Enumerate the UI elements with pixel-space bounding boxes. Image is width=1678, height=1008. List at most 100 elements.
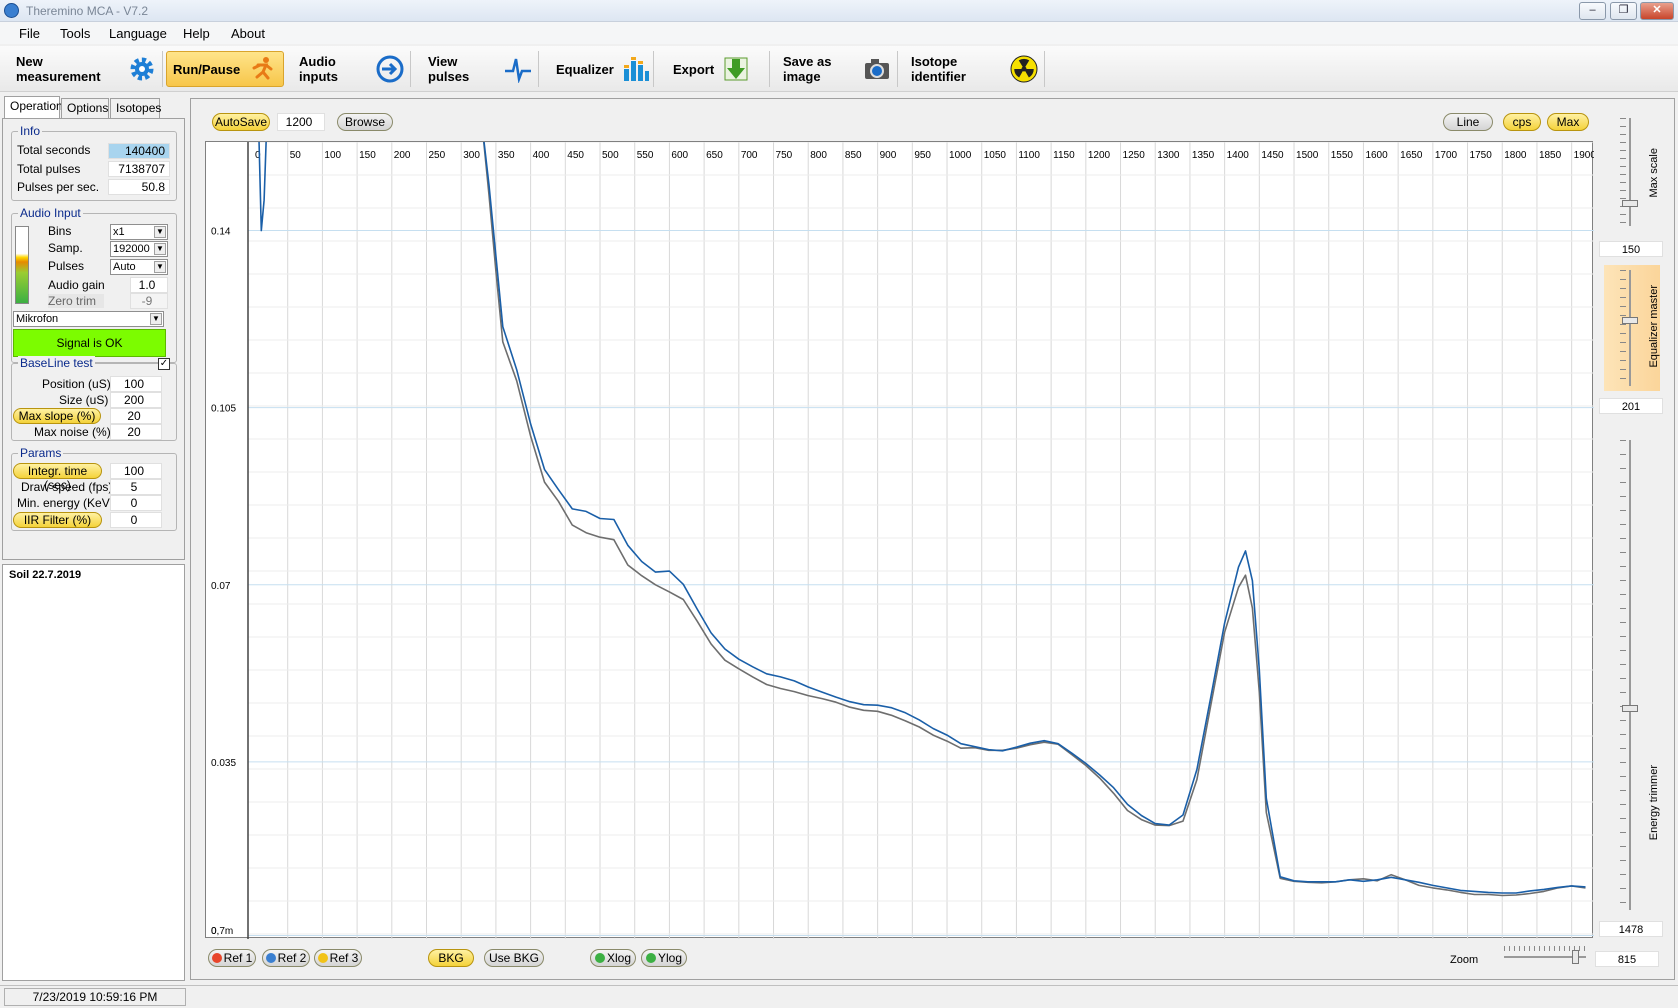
tab-options[interactable]: Options (61, 98, 109, 118)
zoom-slider[interactable] (1502, 944, 1588, 968)
view-pulses-button[interactable]: View pulses (422, 51, 539, 87)
notes-text: Soil 22.7.2019 (9, 569, 82, 581)
integr-time-value[interactable]: 100 (110, 463, 162, 479)
equalizer-master-label: Equalizer master (1648, 285, 1660, 368)
blue-dot-icon (265, 953, 276, 963)
menu-language[interactable]: Language (109, 26, 167, 41)
notes-area[interactable]: Soil 22.7.2019 (2, 564, 185, 981)
zero-trim-value[interactable]: -9 (130, 293, 168, 309)
operation-panel: Info Total seconds 140400 Total pulses 7… (2, 118, 185, 560)
spectrum-chart: 0 50 100 150 200 250 300 350 400 450 500 550 600 650 7… (211, 118, 1596, 939)
ref3-label: Ref 3 (329, 951, 359, 965)
samp-value: 192000 (113, 243, 150, 255)
energy-trimmer-thumb[interactable] (1622, 705, 1638, 712)
x-tick-label: 750 (776, 150, 793, 161)
menu-tools[interactable]: Tools (60, 26, 90, 41)
params-group: Params Integr. time (sec) 100 Draw speed… (11, 446, 177, 531)
ref1-button[interactable]: Ref 1 (208, 949, 256, 967)
max-slope-button[interactable]: Max slope (%) (13, 408, 101, 424)
equalizer-button[interactable]: Equalizer (550, 51, 654, 87)
close-button[interactable]: ✕ (1640, 2, 1674, 20)
radiation-icon (1010, 55, 1038, 83)
min-energy-value[interactable]: 0 (110, 495, 162, 511)
max-scale-value[interactable]: 150 (1599, 241, 1663, 257)
max-noise-value[interactable]: 20 (110, 424, 162, 440)
iir-filter-button[interactable]: IIR Filter (%) (13, 512, 102, 528)
new-measurement-button[interactable]: New measurement (10, 51, 163, 87)
x-tick-label: 1850 (1539, 150, 1562, 161)
position-value[interactable]: 100 (110, 376, 162, 392)
total-seconds-value: 140400 (108, 143, 170, 159)
zoom-slider-thumb[interactable] (1572, 950, 1579, 964)
audio-input-title: Audio Input (18, 206, 83, 220)
autosave-interval[interactable]: 1200 (277, 113, 325, 131)
green-dot-icon (594, 953, 605, 963)
zoom-value[interactable]: 815 (1595, 951, 1659, 967)
run-pause-button[interactable]: Run/Pause (166, 51, 284, 87)
equalizer-master-value[interactable]: 201 (1599, 398, 1663, 414)
menu-bar: File Tools Language Help About (0, 22, 1678, 44)
menu-about[interactable]: About (231, 26, 265, 41)
bins-select[interactable]: x1 ▼ (110, 224, 168, 240)
export-button[interactable]: Export (667, 51, 770, 87)
cps-button[interactable]: cps (1503, 113, 1541, 131)
ref1-label: Ref 1 (223, 951, 253, 965)
autosave-button[interactable]: AutoSave (212, 113, 270, 131)
tab-isotopes[interactable]: Isotopes (110, 98, 161, 118)
x-tick-label: 1450 (1261, 150, 1284, 161)
equalizer-master-thumb[interactable] (1622, 317, 1638, 324)
ref3-button[interactable]: Ref 3 (314, 949, 362, 967)
x-tick-label: 1300 (1157, 150, 1180, 161)
x-tick-label: 900 (880, 150, 897, 161)
x-tick-label: 1550 (1331, 150, 1354, 161)
xlog-button[interactable]: Xlog (590, 949, 636, 967)
menu-file[interactable]: File (19, 26, 40, 41)
audio-inputs-button[interactable]: Audio inputs (293, 51, 411, 87)
pulses-select[interactable]: Auto ▼ (110, 259, 168, 275)
energy-trimmer-slider[interactable] (1620, 440, 1640, 910)
menu-help[interactable]: Help (183, 26, 210, 41)
max-scale-slider[interactable] (1620, 118, 1640, 226)
size-value[interactable]: 200 (110, 392, 162, 408)
total-pulses-value: 7138707 (108, 161, 170, 177)
info-group: Info Total seconds 140400 Total pulses 7… (11, 124, 177, 201)
line-button[interactable]: Line (1443, 113, 1493, 131)
integr-time-button[interactable]: Integr. time (sec) (13, 463, 102, 492)
save-as-image-button[interactable]: Save as image (777, 51, 898, 87)
tab-operation[interactable]: Operation (4, 96, 63, 118)
draw-speed-value[interactable]: 5 (110, 479, 162, 495)
pps-label: Pulses per sec. (17, 180, 100, 194)
y-tick-label: 0.105 (211, 404, 236, 415)
baseline-checkbox[interactable]: ✓ (158, 358, 170, 370)
ylog-button[interactable]: Ylog (641, 949, 687, 967)
audio-gain-value[interactable]: 1.0 (130, 277, 168, 293)
iir-filter-value[interactable]: 0 (110, 512, 162, 528)
pulses-value: Auto (113, 261, 136, 273)
x-tick-label: 400 (533, 150, 550, 161)
spectrum-plot[interactable]: 0 50 100 150 200 250 300 350 400 450 500 550 600 650 7… (205, 118, 1596, 939)
x-tick-label: 1050 (984, 150, 1007, 161)
position-label: Position (uS) (42, 377, 111, 391)
isotope-identifier-button[interactable]: Isotope identifier (905, 51, 1045, 87)
bins-label: Bins (48, 224, 72, 238)
maximize-button[interactable]: ❐ (1610, 2, 1637, 20)
browse-button[interactable]: Browse (337, 113, 393, 131)
y-tick-label: 0.14 (211, 227, 231, 238)
x-tick-label: 150 (359, 150, 376, 161)
samp-select[interactable]: 192000 ▼ (110, 241, 168, 257)
audio-gain-label: Audio gain (48, 278, 105, 292)
x-tick-label: 1400 (1227, 150, 1250, 161)
max-button[interactable]: Max (1547, 113, 1589, 131)
bkg-button[interactable]: BKG (428, 949, 474, 967)
minimize-button[interactable]: – (1579, 2, 1606, 20)
ref2-button[interactable]: Ref 2 (262, 949, 310, 967)
equalizer-label: Equalizer (556, 61, 614, 77)
max-scale-thumb[interactable] (1622, 200, 1638, 207)
use-bkg-button[interactable]: Use BKG (484, 949, 544, 967)
max-noise-label: Max noise (%) (34, 425, 111, 439)
equalizer-master-slider[interactable] (1620, 270, 1640, 386)
max-slope-value[interactable]: 20 (110, 408, 162, 424)
x-tick-label: 300 (463, 150, 480, 161)
audio-device-select[interactable]: Mikrofon ▼ (13, 311, 164, 327)
energy-trimmer-value[interactable]: 1478 (1599, 921, 1663, 937)
